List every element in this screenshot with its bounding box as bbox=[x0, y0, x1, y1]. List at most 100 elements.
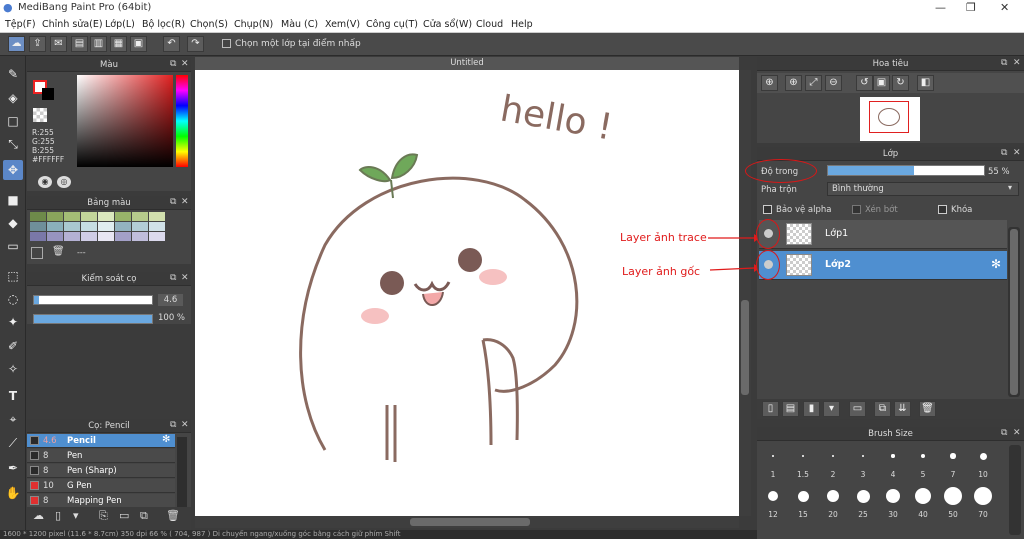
brush-size-value[interactable]: 4.6 bbox=[158, 294, 183, 306]
background-color-swatch[interactable] bbox=[42, 88, 54, 100]
brush-item[interactable]: 4.6 Pencil ✻ bbox=[27, 434, 175, 448]
palette-swatch[interactable] bbox=[64, 222, 80, 231]
palette-swatch[interactable] bbox=[81, 222, 97, 231]
lasso-icon[interactable]: ◌ bbox=[3, 289, 23, 309]
menu-color[interactable]: Màu (C) bbox=[281, 19, 318, 30]
close-icon[interactable]: ✕ bbox=[1000, 1, 1009, 14]
move-tool-icon[interactable]: ✥ bbox=[3, 160, 23, 180]
palette-swatch[interactable] bbox=[47, 212, 63, 221]
cloud-icon[interactable]: ☁ bbox=[8, 36, 25, 52]
brush-size-preset[interactable]: 3 bbox=[849, 444, 877, 484]
close-icon[interactable]: ✕ bbox=[181, 197, 189, 207]
blend-mode-select[interactable]: Bình thường ▾ bbox=[827, 182, 1019, 196]
menu-cloud[interactable]: Cloud bbox=[476, 19, 503, 30]
color-saturation-picker[interactable] bbox=[77, 75, 173, 167]
layer-row[interactable]: Lớp2 ✻ bbox=[756, 250, 1007, 280]
fill-rect-tool-icon[interactable]: ■ bbox=[3, 190, 23, 210]
canvas-tab[interactable]: Untitled bbox=[195, 57, 739, 70]
undock-icon[interactable]: ⧉ bbox=[170, 420, 176, 430]
brush-size-slider[interactable] bbox=[33, 295, 153, 305]
color-wheel-icon[interactable]: ◉ bbox=[38, 176, 52, 188]
palette-swatch[interactable] bbox=[30, 232, 46, 241]
brush-tool-icon[interactable]: ✎ bbox=[3, 64, 23, 84]
brush-size-preset[interactable]: 20 bbox=[819, 484, 847, 539]
text-tool-icon[interactable]: T bbox=[3, 386, 23, 406]
canvas[interactable]: hello ! bbox=[195, 70, 739, 516]
close-icon[interactable]: ✕ bbox=[181, 273, 189, 283]
brush-size-preset[interactable]: 7 bbox=[939, 444, 967, 484]
bucket-tool-icon[interactable]: ◆ bbox=[3, 213, 23, 233]
redo-icon[interactable]: ↷ bbox=[187, 36, 204, 52]
zoom-out-icon[interactable]: ⊖ bbox=[825, 75, 842, 91]
close-icon[interactable]: ✕ bbox=[1013, 58, 1021, 68]
protect-alpha-checkbox[interactable] bbox=[763, 205, 772, 214]
canvas-horizontal-scrollbar[interactable] bbox=[195, 516, 739, 528]
brush-item[interactable]: 8 Pen bbox=[27, 449, 175, 463]
page-icon[interactable]: ▥ bbox=[90, 36, 107, 52]
zoom-fit-icon[interactable]: ⊕ bbox=[761, 75, 778, 91]
close-icon[interactable]: ✕ bbox=[1013, 148, 1021, 158]
delete-icon[interactable]: 🗑 bbox=[166, 509, 180, 522]
share-icon[interactable]: ⇪ bbox=[29, 36, 46, 52]
brush-size-preset[interactable]: 30 bbox=[879, 484, 907, 539]
undo-icon[interactable]: ↶ bbox=[163, 36, 180, 52]
palette-swatch[interactable] bbox=[149, 222, 165, 231]
brush-size-preset[interactable]: 50 bbox=[939, 484, 967, 539]
transparent-swatch[interactable] bbox=[33, 108, 47, 122]
undock-icon[interactable]: ⧉ bbox=[1001, 58, 1007, 68]
menu-help[interactable]: Help bbox=[511, 19, 533, 30]
eyedropper-icon[interactable]: ✒ bbox=[3, 458, 23, 478]
brush-options-icon[interactable]: ▾ bbox=[73, 509, 79, 522]
layer-row[interactable]: Lớp1 bbox=[756, 219, 1007, 249]
lock-checkbox[interactable] bbox=[938, 205, 947, 214]
palette-swatch[interactable] bbox=[149, 232, 165, 241]
folder-icon[interactable]: ▭ bbox=[119, 509, 129, 522]
new-layer-menu-icon[interactable]: ▾ bbox=[823, 401, 840, 417]
palette-swatch[interactable] bbox=[98, 222, 114, 231]
menu-edit[interactable]: Chỉnh sửa(E) bbox=[42, 19, 103, 30]
brush-size-preset[interactable]: 1 bbox=[759, 444, 787, 484]
brush-item[interactable]: 8 Pen (Sharp) bbox=[27, 464, 175, 478]
brush-item[interactable]: 10 G Pen bbox=[27, 479, 175, 493]
new-layer-icon[interactable]: ▯ bbox=[762, 401, 779, 417]
palette-swatch[interactable] bbox=[30, 212, 46, 221]
delete-palette-icon[interactable]: 🗑 bbox=[52, 246, 65, 257]
new-brush-icon[interactable]: ▯ bbox=[55, 509, 61, 522]
shape-tool-icon[interactable]: □ bbox=[3, 111, 23, 131]
brush-size-preset[interactable]: 70 bbox=[969, 484, 997, 539]
cloud-brush-icon[interactable]: ☁ bbox=[33, 509, 44, 522]
undock-icon[interactable]: ⧉ bbox=[170, 59, 176, 69]
grid-icon[interactable]: ▦ bbox=[110, 36, 127, 52]
brush-size-preset[interactable]: 40 bbox=[909, 484, 937, 539]
gradient-tool-icon[interactable]: ▭ bbox=[3, 236, 23, 256]
menu-layer[interactable]: Lớp(L) bbox=[105, 19, 135, 30]
close-icon[interactable]: ✕ bbox=[1013, 428, 1021, 438]
palette-swatch[interactable] bbox=[47, 232, 63, 241]
gear-icon[interactable]: ✻ bbox=[162, 434, 170, 445]
brush-size-scrollbar[interactable] bbox=[1009, 445, 1021, 535]
brush-size-preset[interactable]: 2 bbox=[819, 444, 847, 484]
palette-swatch[interactable] bbox=[81, 212, 97, 221]
menu-file[interactable]: Tệp(F) bbox=[5, 19, 36, 30]
zoom-in-icon[interactable]: ⊕ bbox=[785, 75, 802, 91]
palette-swatch[interactable] bbox=[115, 232, 131, 241]
delete-layer-icon[interactable]: 🗑 bbox=[919, 401, 936, 417]
menu-select[interactable]: Chọn(S) bbox=[190, 19, 228, 30]
menu-tools[interactable]: Công cụ(T) bbox=[366, 19, 418, 30]
palette-swatch[interactable] bbox=[81, 232, 97, 241]
menu-capture[interactable]: Chụp(N) bbox=[234, 19, 273, 30]
layers-scrollbar[interactable] bbox=[1008, 227, 1020, 397]
menu-view[interactable]: Xem(V) bbox=[325, 19, 360, 30]
operation-tool-icon[interactable]: ⌖ bbox=[3, 409, 23, 429]
undock-icon[interactable]: ⧉ bbox=[1001, 428, 1007, 438]
palette-swatch-grid[interactable] bbox=[30, 212, 170, 242]
new-palette-icon[interactable] bbox=[31, 247, 43, 259]
palette-swatch[interactable] bbox=[132, 222, 148, 231]
brush-opacity-slider[interactable] bbox=[33, 314, 153, 324]
divide-tool-icon[interactable]: ⟋ bbox=[3, 433, 23, 453]
palette-swatch[interactable] bbox=[47, 222, 63, 231]
hand-tool-icon[interactable]: ✋ bbox=[3, 483, 23, 503]
frame-icon[interactable]: ▣ bbox=[130, 36, 147, 52]
palette-swatch[interactable] bbox=[115, 222, 131, 231]
brush-list-scrollbar[interactable] bbox=[177, 437, 187, 507]
